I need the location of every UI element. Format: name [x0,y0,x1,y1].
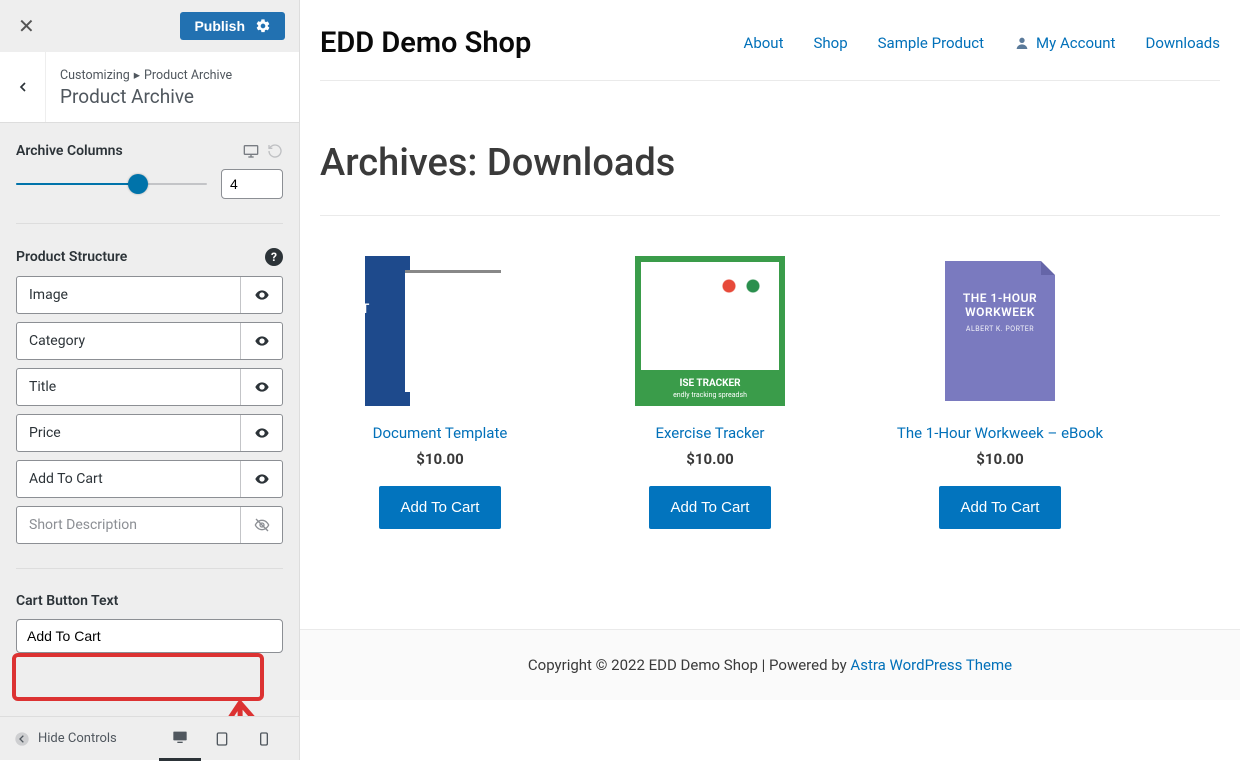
eye-icon [254,333,270,349]
device-desktop[interactable] [159,717,201,761]
product-title[interactable]: Document Template [340,424,540,442]
structure-item-category[interactable]: Category [16,322,283,360]
gear-icon [255,18,271,34]
back-button[interactable] [0,52,46,122]
publish-button[interactable]: Publish [180,12,285,40]
chevron-left-icon [15,79,31,95]
panel-title: Product Archive [60,85,232,108]
visibility-toggle[interactable] [240,415,282,451]
archive-columns-label: Archive Columns [16,143,123,159]
product-structure-label: Product Structure [16,249,127,265]
eye-icon [254,425,270,441]
structure-item-short-description[interactable]: Short Description [16,506,283,544]
product-price: $10.00 [340,450,540,468]
cart-button-text-input[interactable] [16,619,283,653]
site-preview: EDD Demo Shop About Shop Sample Product … [300,0,1240,760]
close-icon[interactable]: ✕ [14,10,39,42]
nav-sample-product[interactable]: Sample Product [878,34,984,52]
product-title[interactable]: Exercise Tracker [610,424,810,442]
add-to-cart-button[interactable]: Add To Cart [649,486,772,529]
site-title[interactable]: EDD Demo Shop [320,26,531,60]
product-card: THE 1-HOURWORKWEEKALBERT K. PORTER The 1… [880,256,1120,529]
product-card: ISE TRACKERendly tracking spreadsh Exerc… [610,256,810,529]
nav-about[interactable]: About [744,34,784,52]
mobile-icon [256,731,272,747]
tablet-icon [214,731,230,747]
archive-columns-slider[interactable] [16,181,207,187]
annotation-highlight [12,653,264,701]
user-icon [1014,35,1030,51]
product-image[interactable]: ENT [365,256,515,406]
site-nav: About Shop Sample Product My Account Dow… [744,34,1220,52]
nav-downloads[interactable]: Downloads [1145,34,1220,52]
product-price: $10.00 [880,450,1120,468]
structure-item-image[interactable]: Image [16,276,283,314]
customizer-sidebar: ✕ Publish Customizing▸Product Archive Pr… [0,0,300,760]
controls-scroll[interactable]: Archive Columns [0,123,299,716]
device-mobile[interactable] [243,717,285,761]
structure-item-addtocart[interactable]: Add To Cart [16,460,283,498]
eye-off-icon [254,517,270,533]
page-title: Archives: Downloads [320,141,1220,185]
product-image[interactable]: THE 1-HOURWORKWEEKALBERT K. PORTER [925,256,1075,406]
cart-button-text-label: Cart Button Text [16,593,118,609]
desktop-icon[interactable] [243,143,259,159]
help-icon[interactable]: ? [265,248,283,266]
add-to-cart-button[interactable]: Add To Cart [939,486,1062,529]
product-card: ENT Document Template $10.00 Add To Cart [340,256,540,529]
archive-columns-input[interactable] [221,169,283,199]
site-footer: Copyright © 2022 EDD Demo Shop | Powered… [300,629,1240,700]
hide-controls[interactable]: Hide Controls [14,731,117,747]
product-price: $10.00 [610,450,810,468]
structure-list: Image Category Title Price [16,276,283,544]
product-title[interactable]: The 1-Hour Workweek – eBook [880,424,1120,442]
footer-theme-link[interactable]: Astra WordPress Theme [850,656,1012,674]
eye-icon [254,379,270,395]
annotation-arrow-icon [220,693,270,716]
breadcrumb: Customizing▸Product Archive [60,67,232,83]
device-tablet[interactable] [201,717,243,761]
add-to-cart-button[interactable]: Add To Cart [379,486,502,529]
product-image[interactable]: ISE TRACKERendly tracking spreadsh [635,256,785,406]
collapse-icon [14,731,30,747]
visibility-toggle[interactable] [240,507,282,543]
reset-icon[interactable] [267,143,283,159]
nav-shop[interactable]: Shop [813,34,847,52]
visibility-toggle[interactable] [240,461,282,497]
visibility-toggle[interactable] [240,277,282,313]
eye-icon [254,471,270,487]
structure-item-price[interactable]: Price [16,414,283,452]
desktop-icon [172,729,188,745]
eye-icon [254,287,270,303]
nav-my-account[interactable]: My Account [1014,34,1115,52]
visibility-toggle[interactable] [240,369,282,405]
visibility-toggle[interactable] [240,323,282,359]
structure-item-title[interactable]: Title [16,368,283,406]
